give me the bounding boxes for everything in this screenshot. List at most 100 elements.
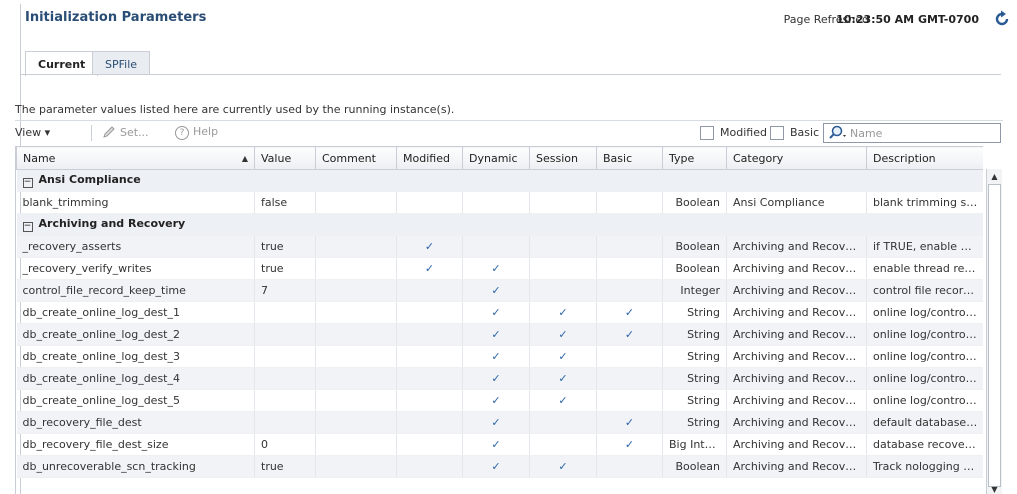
table-row[interactable]: db_create_online_log_dest_4 ✓ ✓ String Archi… [16, 367, 983, 390]
param-type: String [662, 367, 727, 390]
table-row[interactable]: db_recovery_file_dest ✓ ✓ String Archiving a… [16, 411, 983, 434]
param-category: Archiving and Recovery [726, 279, 867, 302]
column-header-dynamic[interactable]: Dynamic [462, 146, 530, 170]
basic-checkbox[interactable] [770, 126, 784, 140]
param-comment [315, 235, 397, 258]
table-row[interactable]: db_recovery_file_dest_size 0 ✓ ✓ Big Integer… [16, 433, 983, 456]
param-modified-cell [396, 301, 463, 324]
param-session-cell [529, 411, 597, 434]
checkmark-icon: ✓ [624, 306, 635, 319]
checkmark-icon: ✓ [491, 460, 501, 473]
table-row[interactable]: db_create_online_log_dest_1 ✓ ✓ ✓ String Arch… [16, 301, 983, 324]
checkmark-icon: ✓ [624, 328, 635, 341]
table-row[interactable]: control_file_record_keep_time 7 ✓ Integer Ar… [16, 279, 983, 302]
param-comment [315, 279, 397, 302]
checkmark-icon: ✓ [558, 460, 568, 473]
param-name: db_create_online_log_dest_5 [16, 389, 255, 412]
search-icon[interactable] [828, 125, 850, 141]
param-value: true [254, 235, 316, 258]
param-description: online log/controlfil... [866, 367, 983, 390]
param-session-cell: ✓ [529, 345, 597, 368]
param-dynamic-cell: ✓ [462, 301, 530, 324]
sort-ascending-icon: ▲ [241, 153, 248, 163]
column-header-modified[interactable]: Modified [396, 146, 463, 170]
view-menu-button[interactable]: View ▾ [15, 126, 50, 139]
param-basic-cell [596, 279, 663, 302]
param-dynamic-cell: ✓ [462, 411, 530, 434]
param-modified-cell: ✓ [396, 257, 463, 280]
column-header-basic[interactable]: Basic [596, 146, 663, 170]
param-category: Archiving and Recovery [726, 367, 867, 390]
checkmark-icon: ✓ [491, 284, 501, 297]
checkmark-icon: ✓ [491, 262, 501, 275]
vertical-scrollbar[interactable]: ▲ ▼ [986, 169, 1002, 494]
column-header-session[interactable]: Session [529, 146, 597, 170]
refresh-icon[interactable] [993, 10, 1011, 28]
param-value [254, 411, 316, 434]
column-header-comment[interactable]: Comment [315, 146, 397, 170]
scroll-up-arrow-icon[interactable]: ▲ [987, 169, 1002, 184]
set-button[interactable]: Set... [102, 125, 149, 139]
checkmark-icon: ✓ [491, 416, 501, 429]
param-name: db_recovery_file_dest [16, 411, 255, 434]
param-name: _recovery_asserts [16, 235, 255, 258]
table-row[interactable]: _recovery_verify_writes true ✓ ✓ Boolean Arch… [16, 257, 983, 280]
column-header-value[interactable]: Value [254, 146, 316, 170]
table-row[interactable]: db_create_online_log_dest_2 ✓ ✓ ✓ String Arch… [16, 323, 983, 346]
param-category: Archiving and Recovery [726, 455, 867, 478]
param-value [254, 301, 316, 324]
scrollbar-thumb[interactable] [988, 184, 1001, 487]
basic-label: Basic [790, 126, 820, 139]
tab-current[interactable]: Current [25, 51, 99, 76]
param-name: control_file_record_keep_time [16, 279, 255, 302]
param-comment [315, 455, 397, 478]
param-modified-cell: ✓ [396, 235, 463, 258]
param-category: Ansi Compliance [726, 191, 867, 214]
param-description: control file record ... [866, 279, 983, 302]
group-row[interactable]: − Ansi Compliance [16, 169, 983, 192]
param-type: String [662, 411, 727, 434]
group-cell: − Ansi Compliance [16, 169, 983, 192]
table-row[interactable]: _recovery_asserts true ✓ Boolean Archiving a… [16, 235, 983, 258]
collapse-icon[interactable]: − [22, 222, 33, 232]
column-header-category[interactable]: Category [726, 146, 867, 170]
modified-checkbox[interactable] [700, 126, 714, 140]
param-modified-cell [396, 411, 463, 434]
param-basic-cell: ✓ [596, 411, 663, 434]
param-basic-cell: ✓ [596, 323, 663, 346]
table-row[interactable]: blank_trimming false Boolean Ansi Complianc… [16, 191, 983, 214]
param-basic-cell: ✓ [596, 301, 663, 324]
param-name: db_create_online_log_dest_2 [16, 323, 255, 346]
tab-spfile[interactable]: SPFile [92, 51, 151, 75]
param-type: String [662, 323, 727, 346]
column-header-description[interactable]: Description [866, 146, 983, 170]
table-row[interactable]: db_create_online_log_dest_5 ✓ ✓ String Archi… [16, 389, 983, 412]
param-basic-cell [596, 367, 663, 390]
param-description: blank trimming sem... [866, 191, 983, 214]
param-comment [315, 191, 397, 214]
param-description: online log/controlfil... [866, 389, 983, 412]
table-row[interactable]: db_unrecoverable_scn_tracking true ✓ ✓ Boole… [16, 455, 983, 478]
param-value: false [254, 191, 316, 214]
name-search-input[interactable] [850, 125, 998, 141]
param-description: default database r... [866, 411, 983, 434]
param-session-cell: ✓ [529, 389, 597, 412]
param-value: 7 [254, 279, 316, 302]
param-category: Archiving and Recovery [726, 235, 867, 258]
param-type: Boolean [662, 191, 727, 214]
collapse-icon[interactable]: − [22, 178, 33, 188]
param-category: Archiving and Recovery [726, 301, 867, 324]
param-session-cell: ✓ [529, 323, 597, 346]
column-header-name[interactable]: Name ▲ [16, 146, 255, 170]
scroll-down-arrow-icon[interactable]: ▼ [987, 486, 1002, 494]
param-type: Boolean [662, 257, 727, 280]
group-row[interactable]: − Archiving and Recovery [16, 213, 983, 236]
param-session-cell [529, 191, 597, 214]
table-row[interactable]: db_create_online_log_dest_3 ✓ ✓ String Archi… [16, 345, 983, 368]
help-button[interactable]: ? Help [175, 125, 218, 140]
param-comment [315, 323, 397, 346]
column-header-type[interactable]: Type [662, 146, 727, 170]
pencil-icon [103, 126, 115, 138]
param-name: blank_trimming [16, 191, 255, 214]
param-type: String [662, 345, 727, 368]
